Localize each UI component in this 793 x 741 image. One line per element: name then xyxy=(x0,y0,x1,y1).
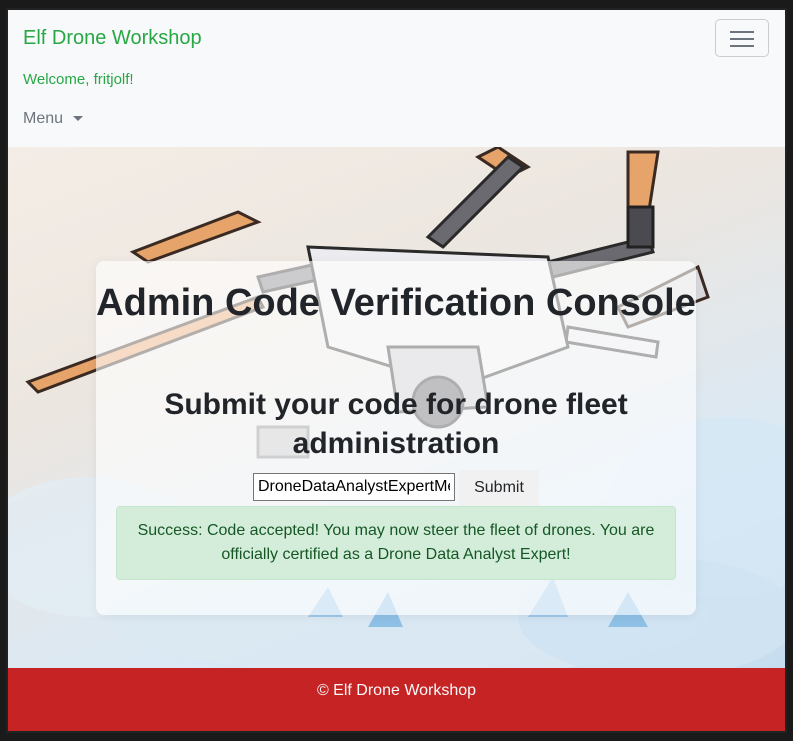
welcome-text: Welcome, fritjolf! xyxy=(23,71,134,88)
navbar-toggler-button[interactable] xyxy=(715,19,769,57)
footer: © Elf Drone Workshop xyxy=(8,668,785,731)
submit-button[interactable]: Submit xyxy=(459,470,539,506)
caret-down-icon xyxy=(73,116,84,122)
hamburger-icon-bar xyxy=(730,38,754,40)
hamburger-icon-bar xyxy=(730,45,754,47)
navbar: Elf Drone Workshop Welcome, fritjolf! Me… xyxy=(8,10,785,147)
page-title: Admin Code Verification Console xyxy=(96,282,696,324)
menu-dropdown[interactable]: Menu xyxy=(23,110,84,128)
hamburger-icon xyxy=(730,31,754,33)
verification-card: Admin Code Verification Console Submit y… xyxy=(96,261,696,615)
menu-label: Menu xyxy=(23,110,64,127)
hero-background: Admin Code Verification Console Submit y… xyxy=(8,147,785,668)
code-input[interactable] xyxy=(253,473,455,501)
browser-frame: Elf Drone Workshop Welcome, fritjolf! Me… xyxy=(6,8,787,733)
page-subtitle: Submit your code for drone fleet adminis… xyxy=(164,388,628,460)
footer-text: © Elf Drone Workshop xyxy=(316,682,477,699)
success-alert: Success: Code accepted! You may now stee… xyxy=(116,506,676,580)
brand-link[interactable]: Elf Drone Workshop xyxy=(23,27,202,50)
